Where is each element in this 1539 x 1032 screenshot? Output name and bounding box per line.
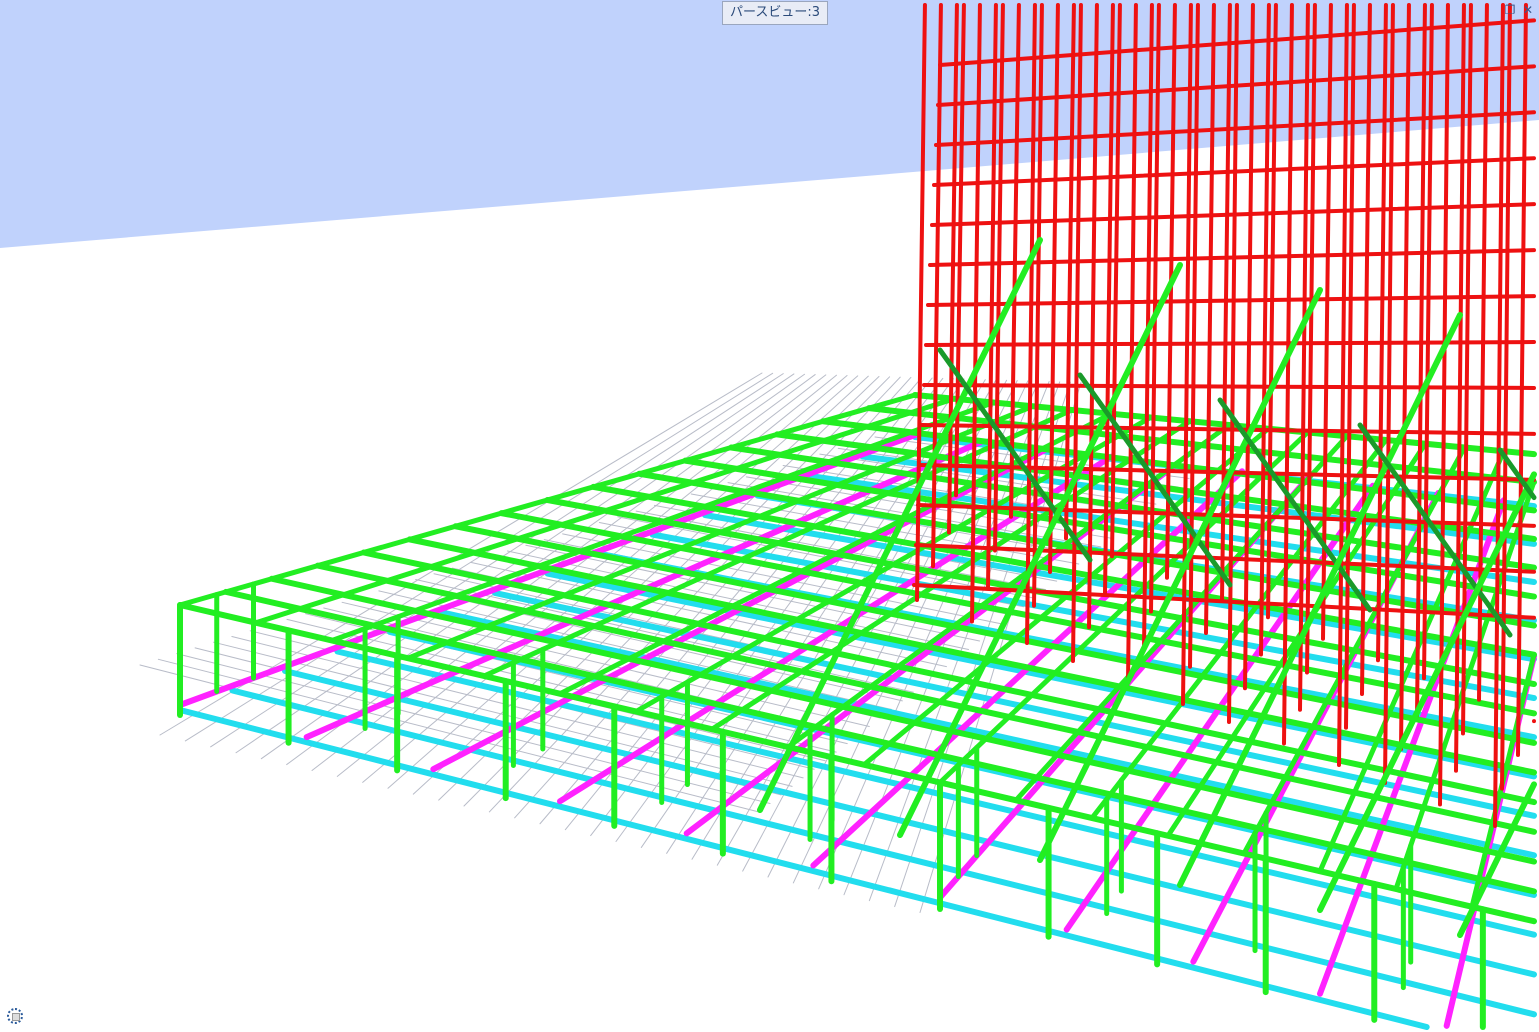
restore-window-icon[interactable]: ❐ [1503,4,1517,16]
view-title-label: パースビュー:3 [722,1,829,25]
steering-wheel-icon[interactable] [7,1008,23,1024]
top-bar [481,407,1075,679]
3d-viewport[interactable] [0,0,1539,1032]
close-icon[interactable]: ✕ [1521,4,1535,16]
